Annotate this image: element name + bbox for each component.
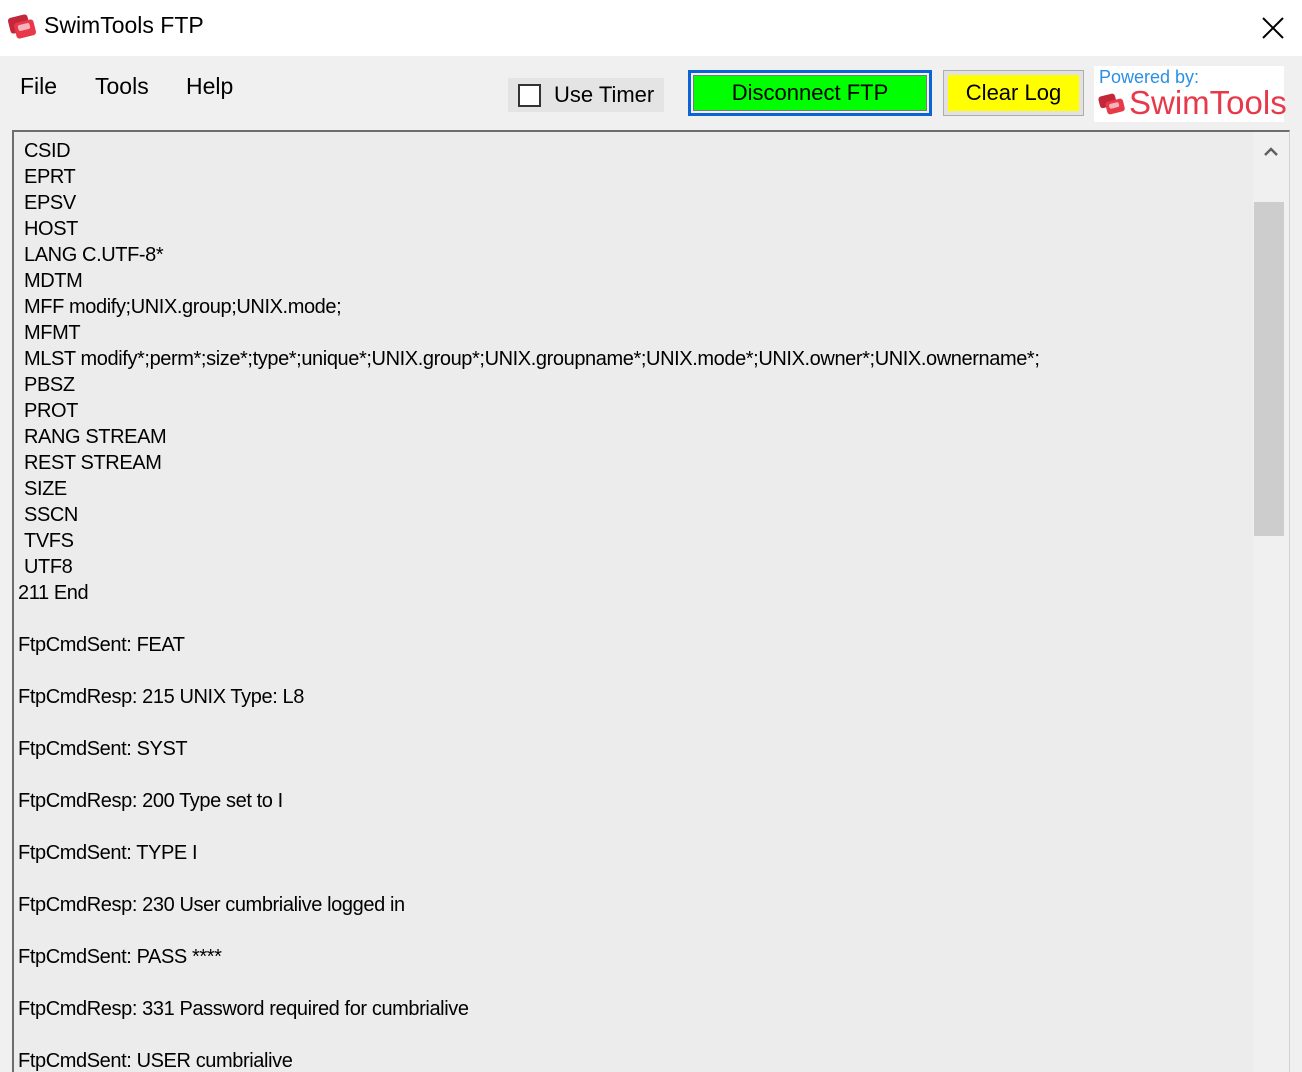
log-line: EPRT: [24, 166, 76, 188]
log-line: PROT: [24, 400, 78, 422]
log-line: UTF8: [24, 556, 73, 578]
log-line: MFMT: [24, 322, 81, 344]
log-line: SSCN: [24, 504, 78, 526]
log-line: FtpCmdSent: PASS ****: [18, 946, 222, 968]
swimtools-logo-icon: [1098, 93, 1125, 115]
log-line: RANG STREAM: [24, 426, 167, 448]
logo-brand-text: SwimTools: [1129, 84, 1287, 121]
log-line: PBSZ: [24, 374, 75, 396]
log-line: REST STREAM: [24, 452, 162, 474]
log-line: FtpCmdResp: 331 Password required for cu…: [18, 998, 469, 1020]
menu-file[interactable]: File: [20, 73, 57, 100]
log-scrollbar[interactable]: [1253, 132, 1289, 1072]
log-line: HOST: [24, 218, 78, 240]
scroll-thumb[interactable]: [1254, 202, 1284, 536]
log-line: FtpCmdResp: 215 UNIX Type: L8: [18, 686, 304, 708]
log-line: FtpCmdSent: TYPE I: [18, 842, 198, 864]
disconnect-ftp-button[interactable]: Disconnect FTP: [688, 70, 932, 116]
log-line: FtpCmdResp: 200 Type set to I: [18, 790, 283, 812]
log-line: MFF modify;UNIX.group;UNIX.mode;: [24, 296, 342, 318]
use-timer-label: Use Timer: [554, 82, 655, 107]
log-line: 211 End: [18, 582, 89, 604]
menu-tools[interactable]: Tools: [95, 73, 149, 100]
log-content: CSID EPRT EPSV HOST LANG C.UTF-8* MDTM MFF mod…: [18, 138, 1246, 1072]
swimtools-logo: Powered by: SwimTools: [1094, 66, 1287, 122]
log-line: TVFS: [24, 530, 74, 552]
use-timer-checkbox[interactable]: [518, 83, 541, 107]
log-line: CSID: [24, 140, 71, 162]
window-title: SwimTools FTP: [44, 12, 204, 38]
log-line: FtpCmdSent: USER cumbrialive: [18, 1050, 293, 1072]
toolbar: File Tools Help Use Timer Disconnect FTP…: [0, 56, 1302, 122]
title-bar: SwimTools FTP: [0, 0, 1302, 56]
app-icon: [7, 14, 37, 39]
log-line: MDTM: [24, 270, 83, 292]
log-line: FtpCmdResp: 230 User cumbrialive logged …: [18, 894, 405, 916]
menu-help[interactable]: Help: [186, 73, 233, 100]
close-button[interactable]: [1244, 0, 1302, 56]
log-line: FtpCmdSent: SYST: [18, 738, 188, 760]
chevron-up-icon: [1264, 147, 1278, 156]
log-line: LANG C.UTF-8*: [24, 244, 164, 266]
close-icon: [1262, 17, 1284, 39]
use-timer-toggle[interactable]: Use Timer: [508, 78, 664, 112]
clear-log-label: Clear Log: [948, 75, 1079, 111]
log-line: SIZE: [24, 478, 67, 500]
clear-log-button[interactable]: Clear Log: [943, 70, 1084, 116]
log-line: EPSV: [24, 192, 76, 214]
log-line: MLST modify*;perm*;size*;type*;unique*;U…: [24, 348, 1040, 370]
log-textbox[interactable]: CSID EPRT EPSV HOST LANG C.UTF-8* MDTM MFF mod…: [12, 130, 1290, 1072]
log-line: FtpCmdSent: FEAT: [18, 634, 185, 656]
disconnect-ftp-label: Disconnect FTP: [693, 75, 927, 111]
scroll-up-button[interactable]: [1253, 132, 1289, 172]
